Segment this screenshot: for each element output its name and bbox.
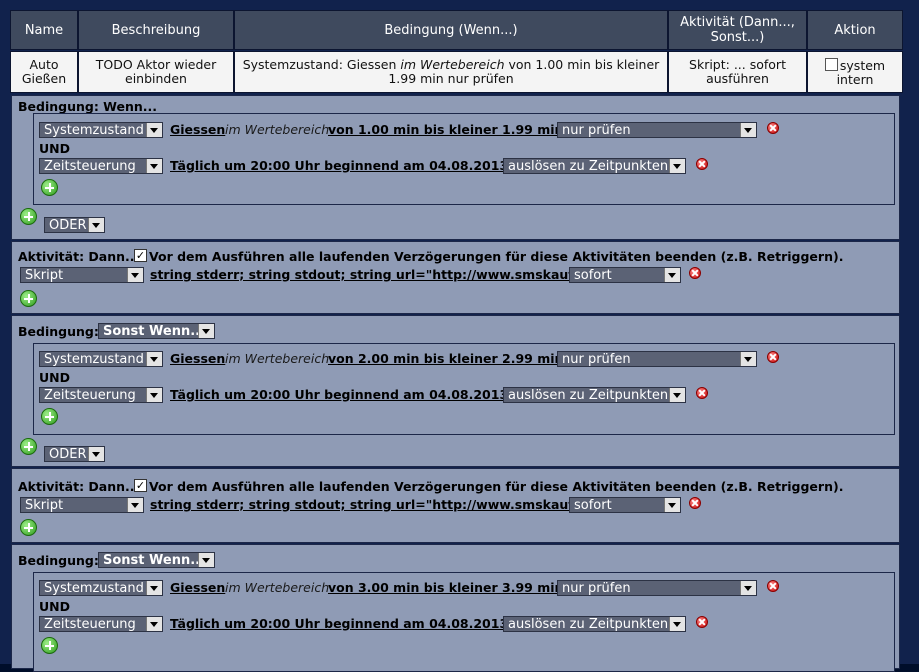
check-select[interactable]: nur prüfen (557, 351, 757, 367)
delete-icon[interactable] (767, 351, 779, 363)
system-intern-checkbox[interactable] (824, 57, 838, 71)
add-icon[interactable] (20, 438, 37, 455)
schedule-link[interactable]: Täglich um 20:00 Uhr beginnend am 04.08.… (170, 387, 508, 402)
header-aktivitaet: Aktivität (Dann..., Sonst...) (668, 10, 807, 50)
program-activity-summary: Skript: ... sofort ausführen (668, 51, 807, 93)
condition-box: Systemzustand Giessen im Wertebereich vo… (33, 113, 895, 205)
system-select[interactable]: Systemzustand (39, 122, 163, 138)
time-select[interactable]: Zeitsteuerung (39, 616, 163, 632)
range-label: im Wertebereich (225, 580, 330, 595)
activity-section-2: Aktivität: Dann... ✓ Vor dem Ausführen a… (11, 468, 900, 543)
trigger-select[interactable]: auslösen zu Zeitpunkten (503, 387, 686, 403)
activity-label: Aktivität: Dann... (18, 479, 140, 494)
oder-select[interactable]: ODER (44, 217, 105, 233)
header-beschreibung: Beschreibung (78, 10, 234, 50)
add-icon[interactable] (41, 408, 58, 425)
condition-type-select[interactable]: Sonst Wenn... (98, 552, 215, 568)
system-intern-label: system intern (836, 57, 886, 87)
program-name: Auto Gießen (10, 51, 78, 93)
delete-icon[interactable] (767, 580, 779, 592)
schedule-link[interactable]: Täglich um 20:00 Uhr beginnend am 04.08.… (170, 158, 508, 173)
range-link[interactable]: von 3.00 min bis kleiner 3.99 min (328, 580, 563, 595)
device-link[interactable]: Giessen (170, 122, 225, 137)
retrigger-checkbox[interactable]: ✓ (134, 249, 147, 262)
condition-section-3: Bedingung: Sonst Wenn... Systemzustand G… (11, 544, 900, 672)
time-select[interactable]: Zeitsteuerung (39, 387, 163, 403)
program-summary-row: Auto Gießen TODO Aktor wieder einbinden … (10, 51, 903, 93)
delete-icon[interactable] (696, 387, 708, 399)
condition-section-2: Bedingung: Sonst Wenn... Systemzustand G… (11, 315, 900, 467)
trigger-select[interactable]: auslösen zu Zeitpunkten (503, 158, 686, 174)
condition-box: Systemzustand Giessen im Wertebereich vo… (33, 343, 895, 435)
header-aktion: Aktion (807, 10, 903, 50)
und-label: UND (39, 599, 70, 614)
script-link[interactable]: string stderr; string stdout; string url… (150, 497, 587, 512)
activity-type-select[interactable]: Skript (20, 497, 144, 513)
system-select[interactable]: Systemzustand (39, 580, 163, 596)
add-icon[interactable] (41, 179, 58, 196)
activity-type-select[interactable]: Skript (20, 267, 144, 283)
script-link[interactable]: string stderr; string stdout; string url… (150, 267, 587, 282)
und-label: UND (39, 370, 70, 385)
system-select[interactable]: Systemzustand (39, 351, 163, 367)
condition-label: Bedingung: Wenn... (18, 99, 158, 114)
delete-icon[interactable] (689, 497, 701, 509)
summary-italic: im Wertebereich (400, 57, 505, 72)
trigger-select[interactable]: auslösen zu Zeitpunkten (503, 616, 686, 632)
timing-select[interactable]: sofort (569, 267, 681, 283)
activity-section-1: Aktivität: Dann... ✓ Vor dem Ausführen a… (11, 241, 900, 314)
delete-icon[interactable] (767, 122, 779, 134)
condition-type-select[interactable]: Sonst Wenn... (98, 323, 215, 339)
add-icon[interactable] (20, 208, 37, 225)
condition-label: Bedingung: (18, 553, 99, 568)
delete-icon[interactable] (689, 267, 701, 279)
header-name: Name (10, 10, 78, 50)
retrigger-checkbox[interactable]: ✓ (134, 479, 147, 492)
device-link[interactable]: Giessen (170, 351, 225, 366)
range-label: im Wertebereich (225, 351, 330, 366)
range-label: im Wertebereich (225, 122, 330, 137)
retrigger-text: Vor dem Ausführen alle laufenden Verzöge… (149, 479, 844, 494)
schedule-link[interactable]: Täglich um 20:00 Uhr beginnend am 04.08.… (170, 616, 508, 631)
table-header: Name Beschreibung Bedingung (Wenn...) Ak… (10, 10, 903, 50)
program-editor: Name Beschreibung Bedingung (Wenn...) Ak… (0, 0, 919, 672)
oder-select[interactable]: ODER (44, 446, 105, 462)
delete-icon[interactable] (696, 616, 708, 628)
add-icon[interactable] (20, 519, 37, 536)
und-label: UND (39, 141, 70, 156)
retrigger-text: Vor dem Ausführen alle laufenden Verzöge… (149, 249, 844, 264)
timing-select[interactable]: sofort (569, 497, 681, 513)
add-icon[interactable] (20, 290, 37, 307)
activity-label: Aktivität: Dann... (18, 249, 140, 264)
check-select[interactable]: nur prüfen (557, 580, 757, 596)
time-select[interactable]: Zeitsteuerung (39, 158, 163, 174)
header-bedingung: Bedingung (Wenn...) (234, 10, 668, 50)
range-link[interactable]: von 2.00 min bis kleiner 2.99 min (328, 351, 563, 366)
condition-section-1: Bedingung: Wenn... Systemzustand Giessen… (11, 95, 900, 240)
program-action: system intern (807, 51, 903, 93)
device-link[interactable]: Giessen (170, 580, 225, 595)
add-icon[interactable] (41, 637, 58, 654)
condition-label: Bedingung: (18, 324, 99, 339)
program-condition-summary: Systemzustand: Giessen im Wertebereich v… (234, 51, 668, 93)
range-link[interactable]: von 1.00 min bis kleiner 1.99 min (328, 122, 563, 137)
check-select[interactable]: nur prüfen (557, 122, 757, 138)
delete-icon[interactable] (696, 158, 708, 170)
summary-pre: Systemzustand: Giessen (242, 57, 401, 72)
condition-box: Systemzustand Giessen im Wertebereich vo… (33, 572, 895, 672)
program-description: TODO Aktor wieder einbinden (78, 51, 234, 93)
